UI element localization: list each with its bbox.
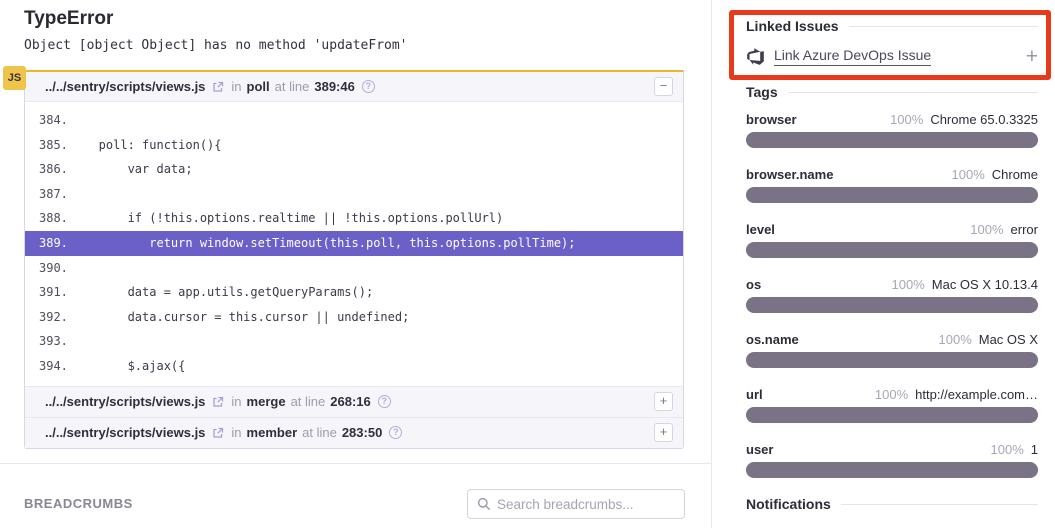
tag-distribution-bar [746, 352, 1038, 368]
tag-distribution-bar [746, 242, 1038, 258]
breadcrumbs-section-title: BREADCRUMBS [24, 496, 133, 511]
notifications-section-header: Notifications [746, 496, 1038, 512]
tag-percent: 100% [970, 222, 1003, 237]
tags-section-header: Tags [746, 84, 1038, 100]
frame-at-label: at line [275, 79, 310, 94]
code-line: 387. [25, 182, 683, 207]
expand-frame-button[interactable]: + [654, 423, 673, 442]
search-input[interactable] [497, 497, 676, 512]
error-message: Object [object Object] has no method 'up… [24, 38, 408, 53]
tag-distribution-bar [746, 187, 1038, 203]
tag-row-os-name: os.name 100% Mac OS X [746, 332, 1038, 372]
frame-at-label: at line [302, 425, 337, 440]
tag-key: browser [746, 112, 797, 127]
link-azure-devops-row: Link Azure DevOps Issue + [746, 47, 1038, 66]
tag-distribution-bar [746, 462, 1038, 478]
code-line: 385. poll: function(){ [25, 133, 683, 158]
code-line: 391. data = app.utils.getQueryParams(); [25, 280, 683, 305]
tags-title: Tags [746, 84, 778, 100]
tag-value: http://example.com… [915, 387, 1038, 402]
tag-row-level: level 100% error [746, 222, 1038, 262]
tag-value: Mac OS X 10.13.4 [932, 277, 1038, 292]
frame-line-number: 283:50 [342, 425, 382, 440]
frame-file-path[interactable]: ../../sentry/scripts/views.js [45, 425, 205, 440]
frame-at-label: at line [291, 394, 326, 409]
help-icon[interactable]: ? [389, 426, 402, 439]
external-link-icon[interactable] [212, 81, 224, 93]
tag-row-user: user 100% 1 [746, 442, 1038, 482]
tag-distribution-bar [746, 297, 1038, 313]
error-type-title: TypeError [24, 8, 113, 30]
frame-function-name: member [247, 425, 298, 440]
tag-percent: 100% [991, 442, 1024, 457]
code-line: 394. $.ajax({ [25, 354, 683, 379]
frame-function-name: poll [247, 79, 270, 94]
section-divider [0, 463, 711, 464]
tag-row-browser-name: browser.name 100% Chrome [746, 167, 1038, 207]
issue-detail-page: TypeError Object [object Object] has no … [0, 0, 1055, 528]
tag-distribution-bar [746, 132, 1038, 148]
link-azure-devops-issue-link[interactable]: Link Azure DevOps Issue [774, 47, 931, 66]
external-link-icon[interactable] [212, 396, 224, 408]
linked-issues-section-header: Linked Issues [746, 18, 1038, 34]
platform-js-badge: JS [3, 66, 26, 90]
tag-value: Chrome 65.0.3325 [930, 112, 1038, 127]
expand-frame-button[interactable]: + [654, 392, 673, 411]
code-line: 388. if (!this.options.realtime || !this… [25, 206, 683, 231]
stack-frame-header-member[interactable]: ../../sentry/scripts/views.js in member … [25, 417, 683, 448]
tag-value: Mac OS X [979, 332, 1038, 347]
tag-row-url: url 100% http://example.com… [746, 387, 1038, 427]
tag-key: os.name [746, 332, 799, 347]
frame-line-number: 389:46 [314, 79, 354, 94]
tag-key: url [746, 387, 763, 402]
frame-in-label: in [231, 425, 241, 440]
tag-distribution-bar [746, 407, 1038, 423]
sidebar-divider [711, 0, 712, 528]
search-icon [477, 497, 491, 511]
stack-frame-header-merge[interactable]: ../../sentry/scripts/views.js in merge a… [25, 386, 683, 417]
azure-devops-icon [746, 47, 765, 66]
tag-value: 1 [1031, 442, 1038, 457]
tag-key: browser.name [746, 167, 833, 182]
tag-row-browser: browser 100% Chrome 65.0.3325 [746, 112, 1038, 152]
stack-frame-header-poll[interactable]: ../../sentry/scripts/views.js in poll at… [25, 72, 683, 102]
add-linked-issue-button[interactable]: + [1026, 48, 1038, 66]
tag-percent: 100% [939, 332, 972, 347]
source-code-context: 384. 385. poll: function(){ 386. var dat… [25, 102, 683, 386]
tag-row-os: os 100% Mac OS X 10.13.4 [746, 277, 1038, 317]
collapse-frame-button[interactable]: − [654, 77, 673, 96]
frame-in-label: in [231, 79, 241, 94]
external-link-icon[interactable] [212, 427, 224, 439]
code-line: 392. data.cursor = this.cursor || undefi… [25, 305, 683, 330]
linked-issues-title: Linked Issues [746, 18, 839, 34]
tag-percent: 100% [952, 167, 985, 182]
code-line: 390. [25, 256, 683, 281]
tag-key: user [746, 442, 773, 457]
help-icon[interactable]: ? [362, 80, 375, 93]
tag-percent: 100% [875, 387, 908, 402]
code-line: 386. var data; [25, 157, 683, 182]
code-line: 384. [25, 108, 683, 133]
stack-trace-panel: ../../sentry/scripts/views.js in poll at… [24, 70, 684, 449]
tag-value: error [1011, 222, 1038, 237]
notifications-title: Notifications [746, 496, 831, 512]
frame-file-path[interactable]: ../../sentry/scripts/views.js [45, 394, 205, 409]
frame-in-label: in [231, 394, 241, 409]
tag-value: Chrome [992, 167, 1038, 182]
frame-file-path[interactable]: ../../sentry/scripts/views.js [45, 79, 205, 94]
frame-function-name: merge [247, 394, 286, 409]
frame-line-number: 268:16 [330, 394, 370, 409]
tag-percent: 100% [890, 112, 923, 127]
code-line: 393. [25, 329, 683, 354]
help-icon[interactable]: ? [378, 395, 391, 408]
tag-percent: 100% [892, 277, 925, 292]
highlighted-code-line: 389. return window.setTimeout(this.poll,… [25, 231, 683, 256]
breadcrumbs-search-box[interactable] [467, 489, 685, 519]
tag-key: os [746, 277, 761, 292]
tag-key: level [746, 222, 775, 237]
